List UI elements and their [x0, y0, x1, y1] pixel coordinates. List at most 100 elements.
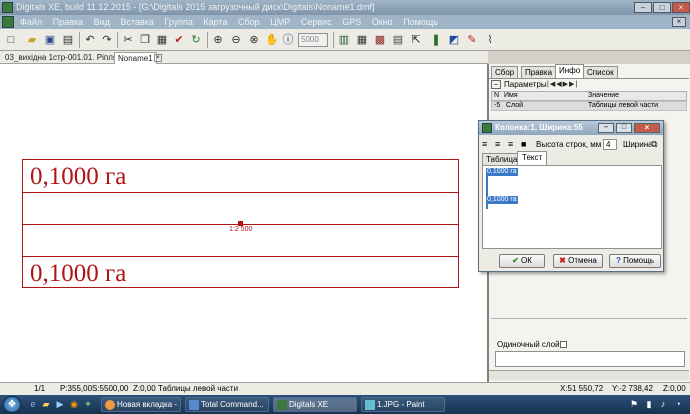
area-label-bottom: 0,1000 га — [30, 260, 127, 287]
calculator-icon[interactable]: ▤ — [390, 32, 406, 48]
menu-file[interactable]: Файл — [16, 15, 46, 29]
dialog-maximize-icon[interactable]: □ — [616, 123, 632, 133]
grid-icon[interactable]: ▩ — [372, 32, 388, 48]
quicklaunch-folder-icon[interactable]: ▰ — [40, 398, 52, 410]
task-browser[interactable]: Новая вкладка - ... — [101, 397, 181, 412]
tray-volume-icon[interactable]: ♪ — [657, 398, 669, 410]
menu-collect[interactable]: Сбор — [234, 15, 264, 29]
align-justify-icon[interactable]: ■ — [521, 139, 531, 149]
new-file-icon[interactable]: □ — [3, 32, 19, 48]
quicklaunch-app-icon[interactable]: ◉ — [68, 398, 80, 410]
maximize-icon[interactable]: □ — [653, 2, 671, 13]
minimize-icon[interactable]: – — [634, 2, 652, 13]
table-icon[interactable]: ▦ — [354, 32, 370, 48]
close-icon[interactable]: × — [672, 2, 690, 13]
text-line-1: 0,1000 га — [486, 168, 518, 176]
task-total-commander[interactable]: Total Command... — [185, 397, 269, 412]
quicklaunch-ie-icon[interactable]: e — [27, 398, 39, 410]
quicklaunch-media-icon[interactable]: ▶ — [54, 398, 66, 410]
paint-icon — [365, 400, 375, 410]
zoom-scale-input[interactable]: 5000 — [298, 33, 328, 47]
cut-icon[interactable]: ✂ — [120, 32, 136, 48]
align-left-icon[interactable]: ≡ — [482, 139, 492, 149]
menu-gps[interactable]: GPS — [338, 15, 365, 29]
collapse-icon[interactable]: – — [491, 80, 501, 89]
task-digitals[interactable]: Digitals XE — [273, 397, 357, 412]
tab-noname1[interactable]: Noname1 — [114, 52, 157, 64]
tab-close-icon[interactable]: × — [154, 54, 162, 62]
menu-edit[interactable]: Правка — [49, 15, 87, 29]
pencil-icon[interactable]: ✎ — [464, 32, 480, 48]
menu-service[interactable]: Сервис — [297, 15, 336, 29]
draw-line-icon[interactable]: ◩ — [446, 32, 462, 48]
browser-icon — [105, 400, 115, 410]
table-line-4 — [22, 256, 459, 257]
paste-icon[interactable]: ▦ — [154, 32, 170, 48]
copy-table-icon[interactable]: ⧉ — [651, 139, 663, 150]
status-x: X:51 550,72 — [560, 384, 604, 393]
dialog-title-bar: Колонка:1, Ширина:55 – □ × — [479, 121, 663, 135]
dialog-title: Колонка:1, Ширина:55 — [495, 123, 583, 132]
select-arrow-icon[interactable]: ⇱ — [408, 32, 424, 48]
pan-hand-icon[interactable]: ✋ — [264, 32, 280, 48]
taskbar: ❖ e ▰ ▶ ◉ ✦ Новая вкладка - ... Total Co… — [0, 395, 690, 414]
tray-clock-icon[interactable]: ◔ — [672, 398, 684, 410]
menu-view[interactable]: Вид — [90, 15, 114, 29]
print-icon[interactable]: ▤ — [60, 32, 76, 48]
refresh-icon[interactable]: ↻ — [188, 32, 204, 48]
table-line-top — [22, 159, 459, 160]
dialog-close-icon[interactable]: × — [634, 123, 660, 133]
row-height-input[interactable]: 4 — [603, 139, 617, 150]
dialog-tab-text[interactable]: Текст — [517, 151, 548, 165]
document-icon[interactable] — [2, 16, 14, 28]
zoom-out-icon[interactable]: ⊖ — [228, 32, 244, 48]
menu-window[interactable]: Окно — [368, 15, 397, 29]
sign-tool-icon[interactable]: ⌇ — [482, 32, 498, 48]
vector-tool-icon[interactable]: ❚ — [428, 32, 444, 48]
menu-map[interactable]: Карта — [199, 15, 231, 29]
menu-dem[interactable]: ЦМР — [266, 15, 294, 29]
param-row[interactable]: -5 Слой Таблицы левой части — [491, 101, 687, 111]
window-title: Digitals XE, build 11.12.2015 - [G:\Digi… — [16, 2, 375, 12]
task-paint[interactable]: 1.JPG - Paint — [361, 397, 445, 412]
tab-info[interactable]: Инфо — [555, 64, 585, 79]
cancel-x-icon: ✖ — [559, 256, 566, 265]
start-button[interactable]: ❖ — [3, 396, 21, 413]
redo-icon[interactable]: ↷ — [99, 32, 115, 48]
quicklaunch-tool-icon[interactable]: ✦ — [82, 398, 94, 410]
menu-insert[interactable]: Вставка — [116, 15, 157, 29]
ok-button[interactable]: ✔ ОК — [499, 254, 545, 268]
panel-scrollbar[interactable] — [489, 370, 689, 380]
align-right-icon[interactable]: ≡ — [508, 139, 518, 149]
width-label: Ширина — [623, 140, 651, 149]
layers-icon[interactable]: ▥ — [336, 32, 352, 48]
tab-document-1[interactable]: 03_вихідна 1стр-001.01. Ріпля — [2, 52, 120, 64]
open-folder-icon[interactable]: ▰ — [24, 32, 40, 48]
dialog-tab-table[interactable]: Таблица — [482, 153, 522, 165]
menu-group[interactable]: Группа — [160, 15, 197, 29]
dialog-minimize-icon[interactable]: – — [598, 123, 614, 133]
align-center-icon[interactable]: ≡ — [495, 139, 505, 149]
help-button[interactable]: ? Помощь — [609, 254, 661, 268]
document-close-icon[interactable]: × — [672, 17, 686, 27]
tray-flag-icon[interactable]: ⚑ — [628, 398, 640, 410]
map-canvas[interactable]: 0,1000 га 0,1000 га 1:2 500 — [0, 64, 488, 382]
copy-icon[interactable]: ❐ — [137, 32, 153, 48]
zoom-window-icon[interactable]: ⊗ — [246, 32, 262, 48]
layer-select-box[interactable] — [495, 351, 685, 367]
cancel-button[interactable]: ✖ Отмена — [553, 254, 603, 268]
zoom-in-icon[interactable]: ⊕ — [210, 32, 226, 48]
tray-network-icon[interactable]: ▮ — [643, 398, 655, 410]
save-icon[interactable]: ▣ — [42, 32, 58, 48]
record-nav-arrows-icon[interactable]: |◀◀▶▶| — [547, 80, 578, 89]
param-table-header: N Имя Значение — [491, 91, 687, 101]
checkmark-icon[interactable]: ✔ — [171, 32, 187, 48]
status-page: 1/1 — [34, 384, 46, 393]
single-layer-checkbox[interactable] — [560, 341, 567, 348]
menu-help[interactable]: Помощь — [399, 15, 442, 29]
single-layer-label: Одиночный слой — [497, 340, 560, 349]
column-dialog: Колонка:1, Ширина:55 – □ × ≡ ≡ ≡ ■ Высот… — [478, 120, 664, 272]
text-editor[interactable]: 0,1000 га 0,1000 га — [482, 165, 662, 249]
info-icon[interactable]: ⓘ — [280, 32, 296, 48]
undo-icon[interactable]: ↶ — [82, 32, 98, 48]
